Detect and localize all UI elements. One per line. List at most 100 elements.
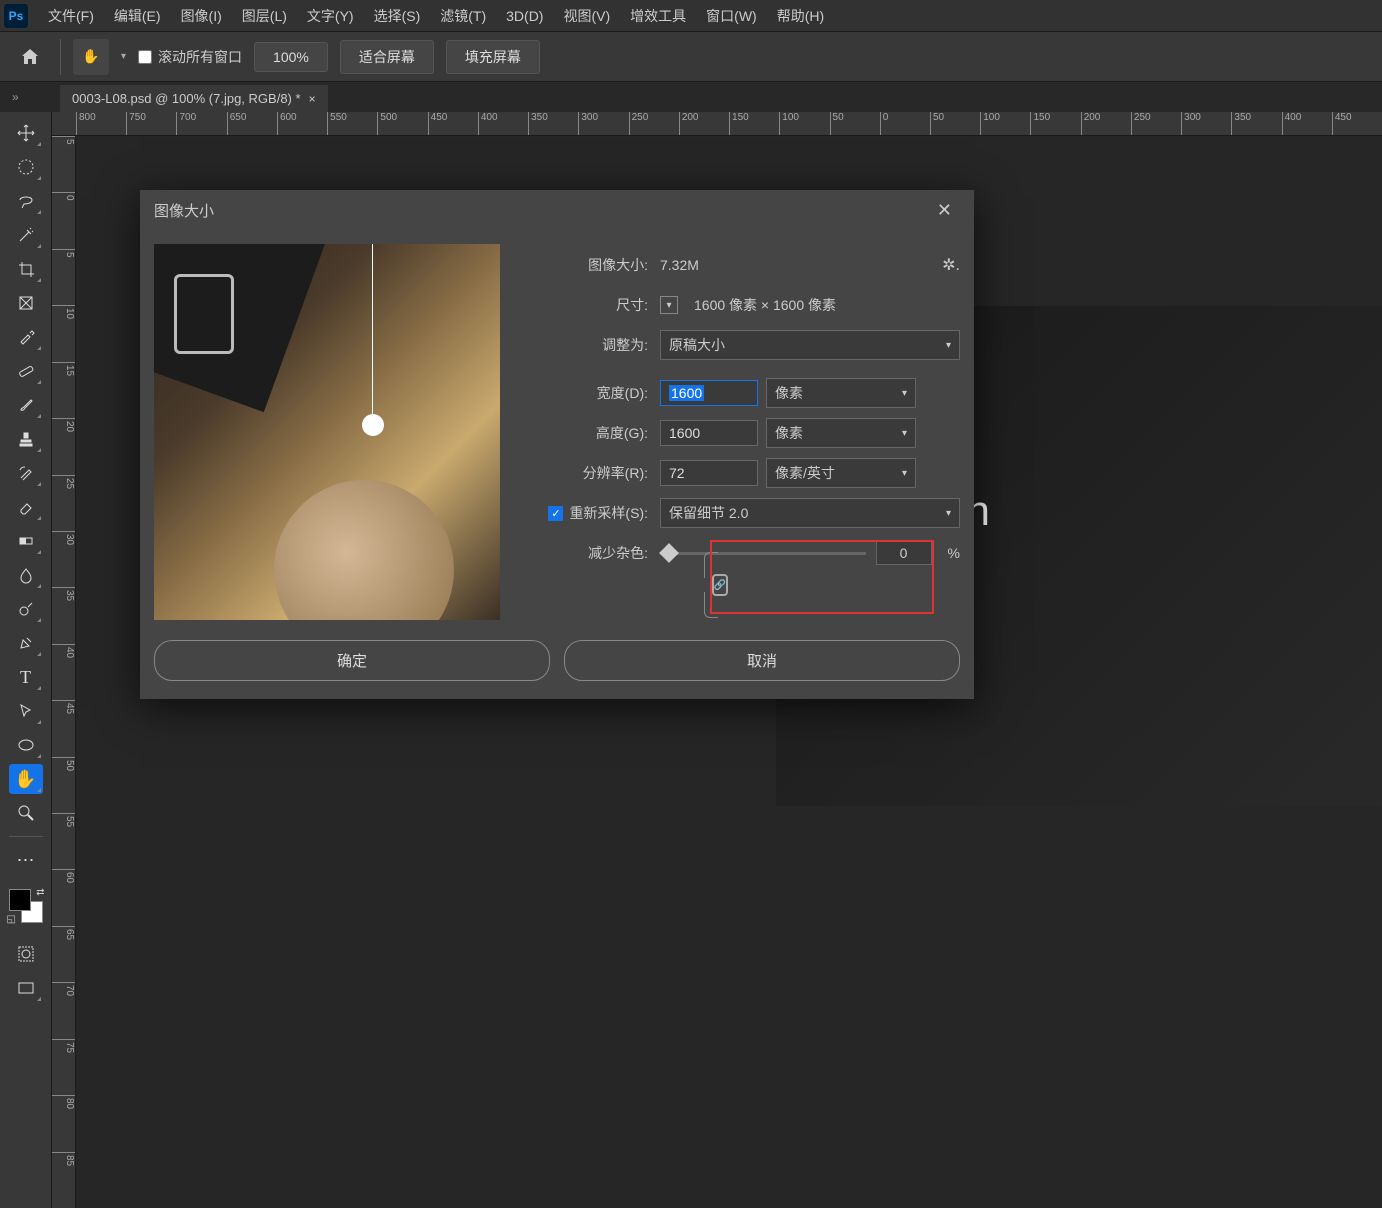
resolution-label: 分辨率(R): — [530, 463, 660, 483]
pen-tool[interactable] — [9, 628, 43, 658]
screenmode-tool[interactable] — [9, 973, 43, 1003]
type-tool[interactable]: T — [9, 662, 43, 692]
wand-icon — [17, 226, 35, 244]
hand-tool[interactable]: ✋ — [9, 764, 43, 794]
menu-view[interactable]: 视图(V) — [553, 2, 620, 30]
resolution-input[interactable]: 72 — [660, 460, 758, 486]
zoom-icon — [17, 804, 35, 822]
eyedropper-tool[interactable] — [9, 322, 43, 352]
hand-tool-preset[interactable]: ✋ — [73, 39, 109, 75]
menu-plugins[interactable]: 增效工具 — [620, 2, 696, 30]
height-input[interactable]: 1600 — [660, 420, 758, 446]
quick-select-tool[interactable] — [9, 220, 43, 250]
menu-type[interactable]: 文字(Y) — [297, 2, 364, 30]
stamp-tool[interactable] — [9, 424, 43, 454]
crop-tool[interactable] — [9, 254, 43, 284]
hand-icon: ✋ — [82, 48, 99, 65]
chevron-down-icon: ▾ — [946, 340, 951, 351]
scroll-all-check[interactable] — [138, 50, 152, 64]
marquee-tool[interactable] — [9, 152, 43, 182]
path-select-tool[interactable] — [9, 696, 43, 726]
scroll-all-checkbox[interactable]: 滚动所有窗口 — [138, 47, 242, 67]
menu-layer[interactable]: 图层(L) — [232, 2, 297, 30]
chevron-down-icon: ▾ — [902, 428, 907, 439]
menu-window[interactable]: 窗口(W) — [696, 2, 767, 30]
quickmask-tool[interactable] — [9, 939, 43, 969]
image-size-dialog: 图像大小 ✕ 图像大小: 7.32M ✲. 尺寸: ▾ 1600 — [140, 190, 974, 699]
chevron-down-icon[interactable]: ▾ — [121, 51, 126, 62]
noise-value-input[interactable]: 0 — [876, 541, 932, 565]
gradient-icon — [17, 532, 35, 550]
eyedropper-icon — [17, 328, 35, 346]
fit-to-select[interactable]: 原稿大小▾ — [660, 330, 960, 360]
document-tab[interactable]: 0003-L08.psd @ 100% (7.jpg, RGB/8) * × — [60, 85, 328, 112]
eraser-icon — [17, 498, 35, 516]
dialog-form: 图像大小: 7.32M ✲. 尺寸: ▾ 1600 像素 × 1600 像素 调… — [530, 244, 960, 620]
resample-checkbox[interactable]: ✓ — [548, 506, 563, 521]
dialog-title-text: 图像大小 — [154, 200, 214, 221]
vertical-ruler[interactable]: 50510152025303540455055606570758085 — [52, 136, 76, 1208]
healing-tool[interactable] — [9, 356, 43, 386]
history-brush-tool[interactable] — [9, 458, 43, 488]
ellipse-icon — [17, 736, 35, 754]
menu-edit[interactable]: 编辑(E) — [104, 2, 171, 30]
height-unit-select[interactable]: 像素▾ — [766, 418, 916, 448]
image-preview[interactable] — [154, 244, 500, 620]
marquee-icon — [17, 158, 35, 176]
frame-tool[interactable] — [9, 288, 43, 318]
percent-label: % — [948, 545, 960, 561]
fill-screen-button[interactable]: 填充屏幕 — [446, 40, 540, 74]
dimensions-unit-dropdown[interactable]: ▾ — [660, 296, 678, 314]
move-tool[interactable] — [9, 118, 43, 148]
horizontal-ruler[interactable]: 8007507006506005505004504003503002502001… — [52, 112, 1382, 136]
resolution-unit-select[interactable]: 像素/英寸▾ — [766, 458, 916, 488]
crop-icon — [17, 260, 35, 278]
edit-toolbar[interactable]: ⋯ — [9, 845, 43, 875]
foreground-color[interactable] — [9, 889, 31, 911]
document-tab-title: 0003-L08.psd @ 100% (7.jpg, RGB/8) * — [72, 91, 301, 106]
chevron-down-icon: ▾ — [902, 468, 907, 479]
dialog-titlebar[interactable]: 图像大小 ✕ — [140, 190, 974, 230]
dodge-icon — [17, 600, 35, 618]
swap-colors-icon[interactable]: ⇄ — [36, 887, 44, 898]
shape-tool[interactable] — [9, 730, 43, 760]
gear-icon[interactable]: ✲. — [942, 255, 960, 275]
noise-slider[interactable] — [660, 552, 866, 555]
fit-to-label: 调整为: — [530, 335, 660, 355]
menu-help[interactable]: 帮助(H) — [767, 2, 834, 30]
cancel-button[interactable]: 取消 — [564, 640, 960, 681]
brush-tool[interactable] — [9, 390, 43, 420]
resample-method-select[interactable]: 保留细节 2.0▾ — [660, 498, 960, 528]
zoom-tool[interactable] — [9, 798, 43, 828]
move-icon — [17, 124, 35, 142]
home-icon — [20, 47, 40, 67]
toolbox: T ✋ ⋯ ⇄ ◱ — [0, 112, 52, 1208]
eraser-tool[interactable] — [9, 492, 43, 522]
menu-3d[interactable]: 3D(D) — [496, 4, 553, 28]
menu-file[interactable]: 文件(F) — [38, 2, 104, 30]
width-unit-select[interactable]: 像素▾ — [766, 378, 916, 408]
dimensions-value: 1600 像素 × 1600 像素 — [694, 295, 836, 315]
ok-button[interactable]: 确定 — [154, 640, 550, 681]
gradient-tool[interactable] — [9, 526, 43, 556]
close-tab-icon[interactable]: × — [309, 92, 316, 106]
droplet-icon — [17, 566, 35, 584]
home-button[interactable] — [12, 39, 48, 75]
constrain-proportions-link[interactable]: 🔗 — [702, 550, 736, 620]
dodge-tool[interactable] — [9, 594, 43, 624]
fit-screen-button[interactable]: 适合屏幕 — [340, 40, 434, 74]
lasso-icon — [17, 192, 35, 210]
width-label: 宽度(D): — [530, 383, 660, 403]
expand-panels-icon[interactable]: » — [12, 90, 19, 104]
menu-image[interactable]: 图像(I) — [171, 2, 232, 30]
lasso-tool[interactable] — [9, 186, 43, 216]
menu-select[interactable]: 选择(S) — [364, 2, 431, 30]
blur-tool[interactable] — [9, 560, 43, 590]
width-input[interactable]: 1600 — [660, 380, 758, 406]
reset-colors-icon[interactable]: ◱ — [7, 914, 16, 925]
color-swatches[interactable]: ⇄ ◱ — [7, 887, 45, 925]
zoom-value-button[interactable]: 100% — [254, 42, 328, 72]
close-icon[interactable]: ✕ — [929, 196, 960, 225]
arrow-icon — [17, 702, 35, 720]
menu-filter[interactable]: 滤镜(T) — [430, 2, 496, 30]
